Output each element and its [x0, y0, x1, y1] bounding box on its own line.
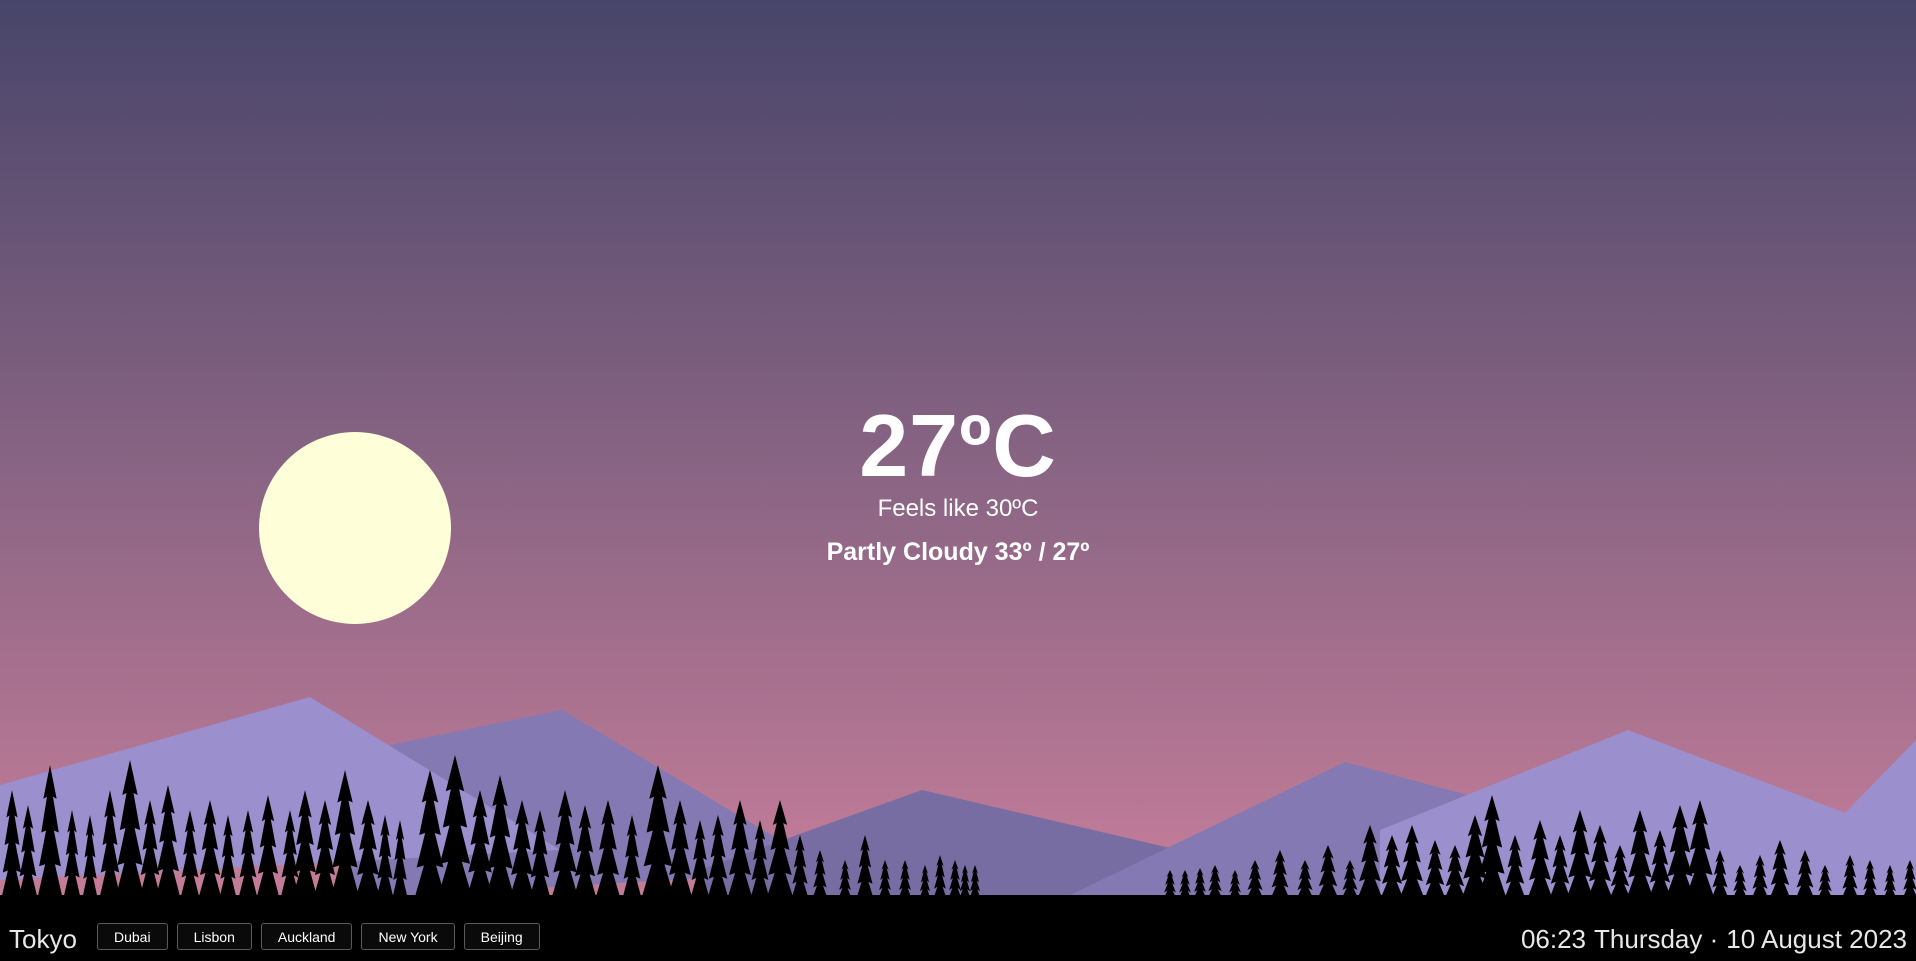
city-button-lisbon[interactable]: Lisbon: [176, 923, 252, 950]
city-button-group: Dubai Lisbon Auckland New York Beijing: [97, 923, 540, 950]
city-button-dubai[interactable]: Dubai: [97, 923, 168, 950]
city-button-new-york[interactable]: New York: [361, 923, 455, 950]
current-city: Tokyo: [9, 924, 77, 954]
clock-date: 10 August 2023: [1726, 924, 1907, 954]
current-temperature: 27ºC: [859, 396, 1057, 495]
feels-like-temperature: Feels like 30ºC: [877, 495, 1039, 522]
weather-panel: 27ºC Feels like 30ºC Partly Cloudy 33º /…: [0, 398, 1916, 568]
city-button-auckland[interactable]: Auckland: [260, 923, 353, 950]
bottom-bar: Tokyo Dubai Lisbon Auckland New York Bei…: [0, 918, 1916, 961]
weather-summary: Partly Cloudy 33º / 27º: [826, 538, 1090, 566]
city-button-beijing[interactable]: Beijing: [463, 923, 540, 950]
clock-weekday: Thursday ·: [1594, 924, 1719, 954]
clock-time: 06:23: [1520, 924, 1587, 954]
date-time: 06:23 Thursday · 10 August 2023: [1521, 924, 1907, 955]
